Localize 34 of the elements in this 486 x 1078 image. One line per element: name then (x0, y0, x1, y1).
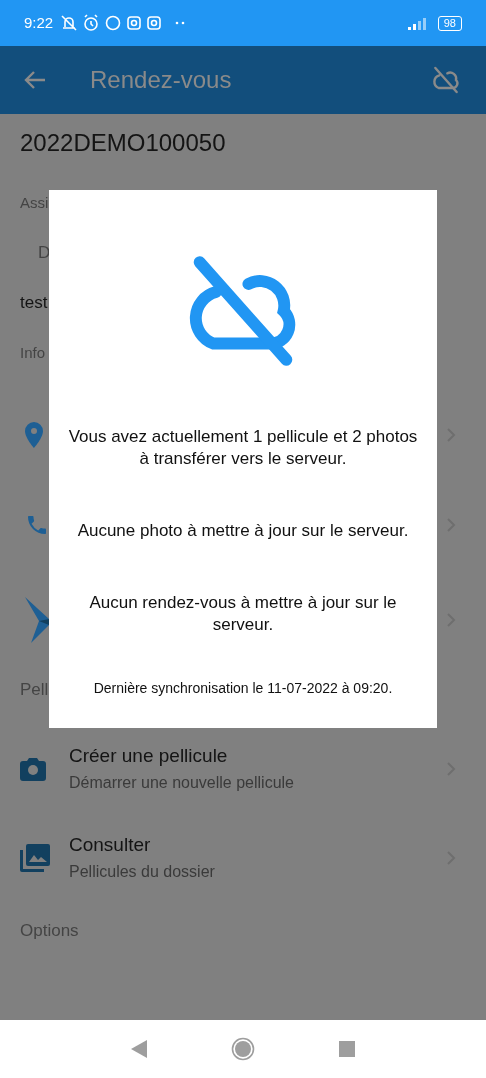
dialog-message: Aucun rendez-vous à mettre à jour sur le serveur. (88, 592, 398, 636)
status-time: 9:22 (24, 12, 54, 33)
truncated-text: test (19, 292, 48, 315)
back-arrow-icon[interactable] (24, 71, 46, 89)
film-menu-item[interactable]: Créer une pellicule Démarrer une nouvelle pellicule (0, 724, 486, 813)
item-title: Créer une pellicule (69, 744, 229, 769)
section-header: Options (19, 920, 79, 943)
camera-app-icon (147, 16, 162, 30)
alarm-clock-icon (83, 14, 100, 32)
last-sync-text: Dernière synchronisation le 11-07-2022 à 09:20. (93, 679, 393, 698)
record-title: 2022DEMO100050 (19, 128, 227, 158)
screen-title: Rendez-vous (90, 65, 232, 95)
dialog-message: Vous avez actuellement 1 pellicule et 2 photos à transférer vers le serveur. (67, 426, 419, 470)
camera-app-icon (127, 16, 142, 30)
cloud-off-icon (430, 64, 462, 96)
film-menu-item[interactable]: Consulter Pellicules du dossier (0, 813, 486, 902)
dialog-message: Aucune photo à mettre à jour sur le serveur. (76, 520, 410, 542)
battery-indicator: 98 (437, 15, 462, 31)
chat-bubble-icon (105, 14, 122, 32)
item-subtitle: Démarrer une nouvelle pellicule (69, 772, 295, 793)
truncated-text: Info (19, 342, 46, 363)
home-icon[interactable] (231, 1037, 255, 1061)
photo-library-icon (20, 843, 50, 872)
truncated-text: D (37, 242, 51, 265)
phone-icon (25, 513, 49, 537)
item-subtitle: Pellicules du dossier (69, 861, 216, 882)
truncated-section-header: Pell (19, 679, 49, 702)
muted-bell-icon (61, 14, 78, 32)
truncated-text: Assi (19, 192, 49, 213)
arrow-logo-icon (25, 597, 49, 643)
location-pin-icon (25, 422, 43, 448)
camera-icon (20, 756, 46, 781)
back-icon[interactable] (131, 1040, 147, 1058)
item-title: Consulter (69, 833, 152, 858)
